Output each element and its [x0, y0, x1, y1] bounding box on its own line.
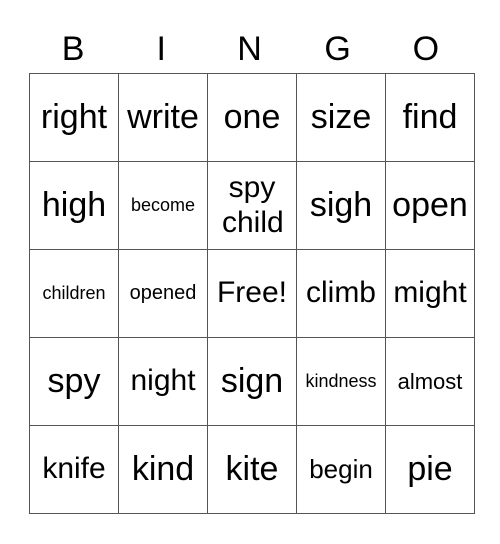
bingo-cell[interactable]: begin	[296, 425, 386, 514]
bingo-cell[interactable]: open	[385, 161, 475, 250]
bingo-cell[interactable]: opened	[118, 249, 208, 338]
bingo-cell[interactable]: become	[118, 161, 208, 250]
bingo-cell[interactable]: sigh	[296, 161, 386, 250]
bingo-cell[interactable]: almost	[385, 337, 475, 426]
bingo-cell[interactable]: kind	[118, 425, 208, 514]
free-space-cell[interactable]: Free!	[207, 249, 297, 338]
header-letter-i: I	[156, 30, 166, 68]
bingo-cell[interactable]: high	[29, 161, 119, 250]
header-letter-n: N	[237, 30, 262, 68]
board-row: children opened Free! climb might	[29, 249, 475, 338]
bingo-cell[interactable]: sign	[207, 337, 297, 426]
bingo-cell[interactable]: write	[118, 73, 208, 162]
bingo-cell[interactable]: spy	[29, 337, 119, 426]
header-letter-b: B	[61, 30, 85, 68]
board-row: knife kind kite begin pie	[29, 425, 475, 514]
bingo-cell[interactable]: size	[296, 73, 386, 162]
bingo-board: right write one size find high become sp…	[29, 73, 475, 514]
board-row: spy night sign kindness almost	[29, 337, 475, 426]
bingo-cell[interactable]: right	[29, 73, 119, 162]
bingo-cell[interactable]: pie	[385, 425, 475, 514]
bingo-cell[interactable]: night	[118, 337, 208, 426]
bingo-cell[interactable]: children	[29, 249, 119, 338]
bingo-cell[interactable]: find	[385, 73, 475, 162]
bingo-cell[interactable]: spy child	[207, 161, 297, 250]
bingo-cell[interactable]: kite	[207, 425, 297, 514]
header-letter-g: G	[324, 30, 351, 68]
bingo-header: B I N G O	[29, 26, 470, 72]
bingo-cell[interactable]: climb	[296, 249, 386, 338]
board-row: high become spy child sigh open	[29, 161, 475, 250]
board-row: right write one size find	[29, 73, 475, 162]
bingo-cell[interactable]: one	[207, 73, 297, 162]
bingo-cell[interactable]: might	[385, 249, 475, 338]
bingo-cell[interactable]: kindness	[296, 337, 386, 426]
header-letter-o: O	[412, 30, 440, 68]
bingo-cell[interactable]: knife	[29, 425, 119, 514]
